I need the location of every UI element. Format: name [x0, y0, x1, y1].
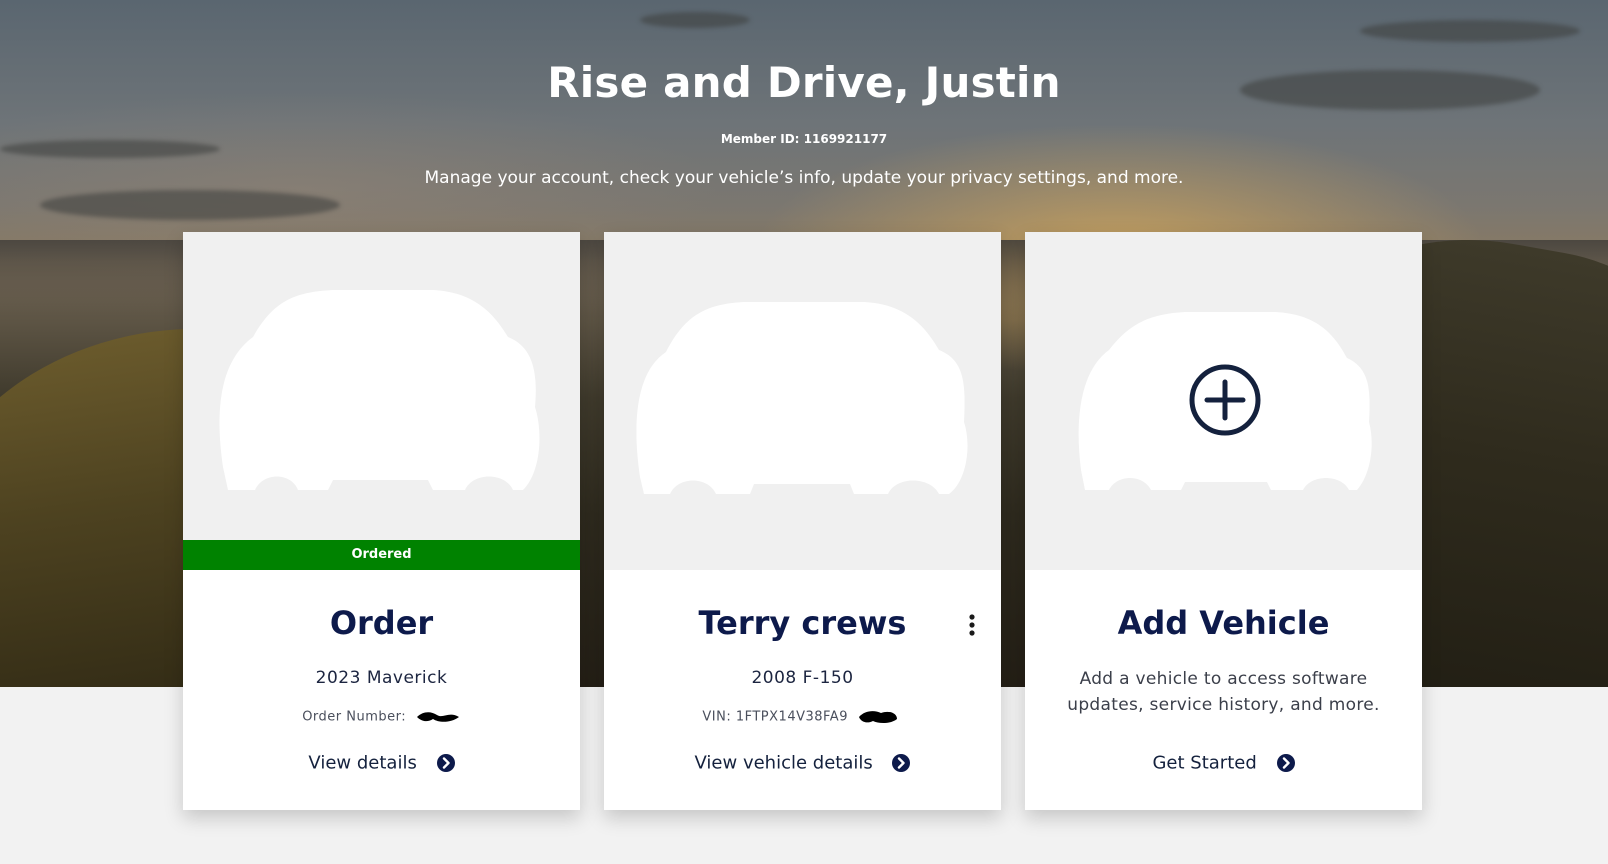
order-number: Order Number:: [183, 709, 580, 725]
card-heading: Terry crews: [698, 604, 907, 642]
plus-circle-icon[interactable]: [1188, 363, 1262, 437]
view-details-link[interactable]: View details: [183, 752, 580, 774]
vehicle-card: Terry crews 2008 F-150 VIN: 1FTPX14V38FA…: [604, 232, 1001, 810]
vehicle-silhouette-icon: [219, 290, 540, 490]
circle-arrow-right-icon: [1276, 754, 1295, 772]
cloud: [40, 190, 340, 220]
add-vehicle-card: Add Vehicle Add a vehicle to access soft…: [1025, 232, 1422, 810]
vehicle-image: [183, 232, 580, 570]
member-id: Member ID: 1169921177: [720, 132, 888, 146]
card-heading: Order: [329, 604, 434, 642]
vehicle-model: 2023 Maverick: [315, 668, 448, 688]
kebab-menu-icon[interactable]: [962, 612, 982, 642]
redaction-scribble-icon: [858, 711, 897, 724]
cloud: [1360, 20, 1580, 42]
vehicle-image: [1025, 232, 1422, 570]
vehicle-image: [604, 232, 1001, 570]
card-description: Add a vehicle to access software updates…: [1067, 669, 1380, 715]
status-badge: Ordered: [183, 540, 580, 570]
page-title: Rise and Drive, Justin: [547, 58, 1061, 107]
card-heading: Add Vehicle: [1117, 604, 1330, 642]
get-started-label: Get Started: [1152, 752, 1257, 774]
circle-arrow-right-icon: [436, 754, 455, 772]
order-card: Ordered Order 2023 Maverick Order Number…: [183, 232, 580, 810]
vehicle-model: 2008 F-150: [751, 668, 854, 688]
get-started-link[interactable]: Get Started: [1025, 752, 1422, 774]
vin-number: VIN: 1FTPX14V38FA9: [604, 709, 1001, 725]
view-vehicle-details-label: View vehicle details: [694, 752, 873, 774]
circle-arrow-right-icon: [892, 754, 911, 772]
view-vehicle-details-link[interactable]: View vehicle details: [604, 752, 1001, 774]
vehicle-silhouette-icon: [636, 302, 968, 494]
order-number-label: Order Number:: [302, 709, 407, 725]
view-details-label: View details: [308, 752, 417, 774]
vin-label: VIN: 1FTPX14V38FA9: [702, 709, 848, 725]
page-subtitle: Manage your account, check your vehicle’…: [424, 168, 1184, 188]
cloud: [640, 12, 750, 28]
redaction-scribble-icon: [416, 712, 459, 722]
